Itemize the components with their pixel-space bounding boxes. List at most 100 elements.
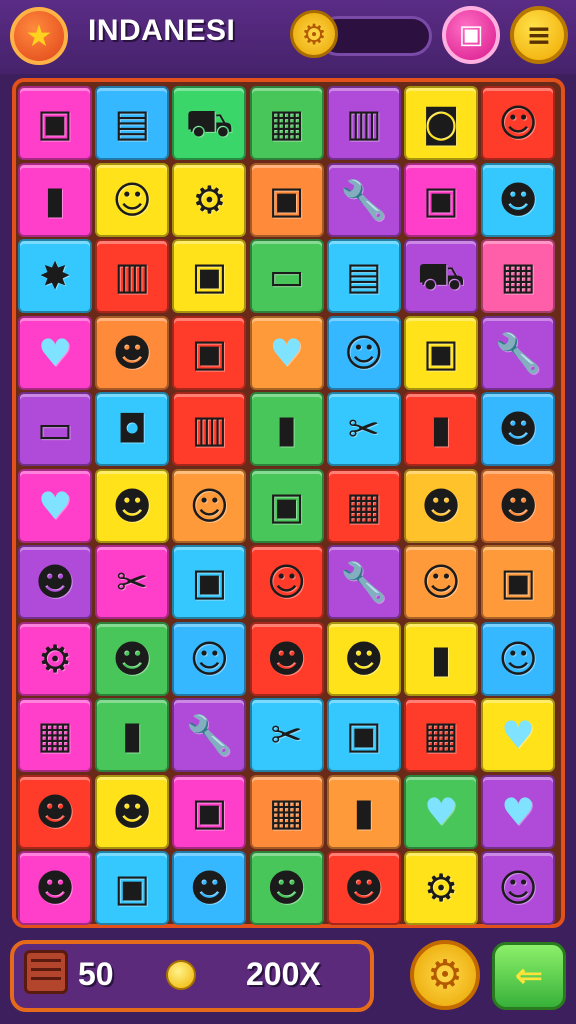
tile-girl-face[interactable]: ☺ (481, 86, 556, 160)
tile-girl-face[interactable]: ☺ (172, 468, 247, 543)
tile-tools[interactable]: ✂ (249, 698, 324, 772)
tile-projector[interactable]: ▣ (249, 162, 324, 237)
tile-wrench[interactable]: 🔧 (172, 698, 247, 772)
tile-camera[interactable]: ◙ (404, 86, 478, 160)
tile-crate[interactable]: ▦ (404, 698, 478, 772)
girl-face-icon: ☺ (343, 330, 384, 375)
tile-projector[interactable]: ▣ (172, 315, 247, 390)
tile-tools[interactable]: ✂ (95, 545, 170, 619)
tile-projector[interactable]: ▣ (249, 468, 324, 543)
tile-projector[interactable]: ▣ (172, 239, 247, 313)
tile-crate[interactable]: ▦ (18, 698, 92, 772)
star-button[interactable]: ★ (10, 7, 68, 65)
settings-gear-button[interactable]: ⚙ (410, 940, 480, 1010)
tile-projector[interactable]: ▣ (172, 545, 247, 619)
tile-boy-face[interactable]: ☻ (481, 162, 556, 237)
wrench-icon: 🔧 (185, 713, 234, 757)
tile-usb-drive[interactable]: ▮ (326, 774, 401, 849)
tile-toy-car[interactable]: ⛟ (404, 239, 478, 313)
crate-icon: ▦ (500, 254, 537, 298)
shopping-bag-icon: ▣ (458, 20, 484, 50)
gear-icon[interactable]: ⚙ (290, 10, 338, 58)
tile-microwave[interactable]: ▤ (326, 239, 401, 313)
tile-usb-drive[interactable]: ▮ (249, 392, 324, 466)
menu-button[interactable]: ≡ (510, 6, 568, 64)
tile-heart[interactable]: ♥ (18, 315, 92, 390)
tile-crate[interactable]: ▦ (249, 86, 324, 160)
tile-girl-face[interactable]: ☺ (172, 621, 247, 696)
tile-projector[interactable]: ▣ (18, 86, 92, 160)
tile-heart[interactable]: ♥ (249, 315, 324, 390)
tile-boy-face[interactable]: ☻ (326, 621, 401, 696)
tile-battery[interactable]: ▭ (249, 239, 324, 313)
tile-boy-face[interactable]: ☻ (95, 468, 170, 543)
tile-boy-face[interactable]: ☻ (249, 851, 324, 925)
tile-wrench[interactable]: 🔧 (326, 162, 401, 237)
tile-crate[interactable]: ▦ (481, 239, 556, 313)
tile-usb-drive[interactable]: ▮ (18, 162, 92, 237)
tile-girl-face[interactable]: ☺ (249, 545, 324, 619)
tile-radio[interactable]: ▥ (326, 86, 401, 160)
tile-usb-drive[interactable]: ▮ (404, 392, 478, 466)
toy-car-icon: ⛟ (417, 254, 465, 298)
tile-heart[interactable]: ♥ (404, 774, 478, 849)
tile-crate[interactable]: ▦ (326, 468, 401, 543)
radio-icon: ▥ (345, 101, 382, 145)
tile-boy-face[interactable]: ☻ (95, 621, 170, 696)
tile-girl-face[interactable]: ☺ (95, 162, 170, 237)
tile-projector[interactable]: ▣ (326, 698, 401, 772)
back-button[interactable]: ⇐ (492, 942, 566, 1010)
tile-explosion[interactable]: ✸ (18, 239, 92, 313)
tile-boy-face[interactable]: ☻ (404, 468, 478, 543)
tile-wrench[interactable]: 🔧 (326, 545, 401, 619)
tile-projector[interactable]: ▣ (95, 851, 170, 925)
tile-radio[interactable]: ▥ (172, 392, 247, 466)
tile-boy-face[interactable]: ☻ (95, 774, 170, 849)
tile-boy-face[interactable]: ☻ (172, 851, 247, 925)
tile-toy-car[interactable]: ⛟ (172, 86, 247, 160)
tile-projector[interactable]: ▣ (481, 545, 556, 619)
tile-wrench[interactable]: 🔧 (481, 315, 556, 390)
boy-face-icon: ☻ (498, 177, 538, 222)
tile-boy-face[interactable]: ☻ (481, 392, 556, 466)
tile-heart[interactable]: ♥ (481, 698, 556, 772)
tile-projector[interactable]: ▣ (172, 774, 247, 849)
heart-icon: ♥ (501, 789, 536, 834)
tile-girl-face[interactable]: ☺ (326, 315, 401, 390)
tile-usb-drive[interactable]: ▮ (404, 621, 478, 696)
tile-projector[interactable]: ▣ (404, 162, 478, 237)
boy-face-icon: ☻ (112, 330, 152, 375)
tile-girl-face[interactable]: ☺ (481, 621, 556, 696)
tile-gear[interactable]: ⚙ (18, 621, 92, 696)
boy-face-icon: ☻ (112, 636, 152, 681)
tile-battery[interactable]: ▭ (18, 392, 92, 466)
tile-speaker[interactable]: ◘ (95, 392, 170, 466)
boy-face-icon: ☻ (35, 789, 75, 834)
tile-girl-face[interactable]: ☺ (404, 545, 478, 619)
tile-microwave[interactable]: ▤ (95, 86, 170, 160)
tile-heart[interactable]: ♥ (481, 774, 556, 849)
usb-drive-icon: ▮ (430, 407, 452, 451)
tile-boy-face[interactable]: ☻ (18, 774, 92, 849)
tile-gear[interactable]: ⚙ (404, 851, 478, 925)
projector-icon: ▣ (191, 789, 228, 834)
usb-drive-icon: ▮ (44, 177, 66, 222)
tile-gear[interactable]: ⚙ (172, 162, 247, 237)
tile-heart[interactable]: ♥ (18, 468, 92, 543)
tile-boy-face[interactable]: ☻ (95, 315, 170, 390)
tile-boy-face[interactable]: ☻ (481, 468, 556, 543)
shop-button[interactable]: ▣ (442, 6, 500, 64)
tile-tools[interactable]: ✂ (326, 392, 401, 466)
tile-projector[interactable]: ▣ (404, 315, 478, 390)
tile-radio[interactable]: ▥ (95, 239, 170, 313)
tile-boy-face[interactable]: ☻ (18, 545, 92, 619)
tile-girl-face[interactable]: ☺ (481, 851, 556, 925)
tile-boy-face[interactable]: ☻ (326, 851, 401, 925)
level-title: INDANESI (88, 14, 236, 47)
gear-icon: ⚙ (427, 952, 463, 998)
tile-usb-drive[interactable]: ▮ (95, 698, 170, 772)
boy-face-icon: ☻ (498, 483, 538, 528)
tile-boy-face[interactable]: ☻ (18, 851, 92, 925)
tile-boy-face[interactable]: ☻ (249, 621, 324, 696)
tile-crate[interactable]: ▦ (249, 774, 324, 849)
